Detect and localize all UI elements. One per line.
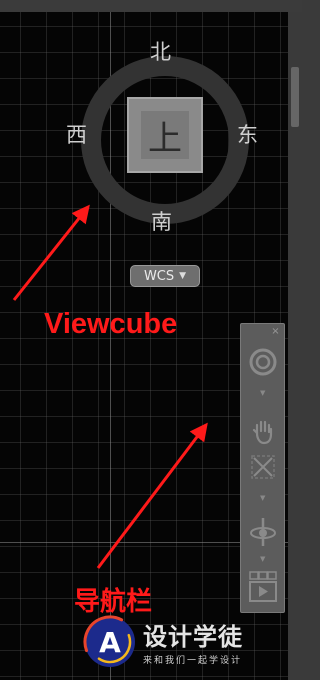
brand-logo: A [83, 615, 137, 669]
wcs-dropdown[interactable]: WCS ▼ [130, 265, 200, 287]
vertical-scrollbar[interactable] [288, 12, 302, 680]
compass-west[interactable]: 西 [66, 125, 87, 146]
orbit-icon [250, 518, 276, 546]
showmotion-button[interactable] [245, 569, 281, 605]
chevron-down-icon: ▼ [179, 271, 187, 281]
viewcube-annotation: Viewcube [44, 308, 178, 340]
navigation-bar: × ▼ ▼ ▼ [240, 323, 285, 613]
pan-hand-icon [252, 420, 273, 445]
wcs-label: WCS [143, 268, 175, 284]
compass-east[interactable]: 东 [237, 125, 258, 146]
scrollbar-thumb[interactable] [291, 67, 299, 127]
viewcube-top-face[interactable]: 上 [127, 97, 203, 173]
compass-south[interactable]: 南 [151, 212, 172, 233]
pan-button[interactable] [245, 414, 281, 450]
chevron-down-icon[interactable]: ▼ [260, 495, 265, 502]
chevron-down-icon[interactable]: ▼ [260, 556, 265, 563]
close-icon[interactable]: × [270, 326, 281, 337]
orbit-button[interactable] [245, 514, 281, 550]
watermark-subtitle: 来和我们一起学设计 [143, 656, 243, 666]
top-face-label: 上 [141, 111, 189, 159]
viewcube[interactable]: 上 [80, 55, 250, 225]
logo-letter: A [99, 626, 121, 659]
zoom-extents-button[interactable] [245, 449, 281, 485]
watermark-title: 设计学徒 [143, 623, 243, 651]
chevron-down-icon[interactable]: ▼ [260, 390, 265, 397]
steering-wheel-icon [249, 348, 277, 376]
compass-north[interactable]: 北 [150, 42, 171, 63]
steering-wheel-button[interactable] [245, 344, 281, 380]
navbar-annotation: 导航栏 [74, 586, 153, 616]
showmotion-icon [249, 571, 277, 602]
zoom-extents-icon [251, 455, 275, 479]
